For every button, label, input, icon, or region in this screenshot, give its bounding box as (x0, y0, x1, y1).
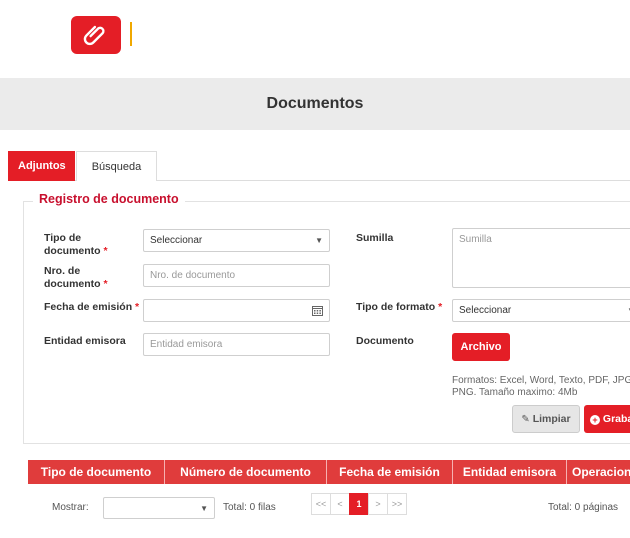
nro-documento-label: Nro. de documento * (44, 265, 108, 290)
app-logo (71, 16, 121, 54)
entidad-emisora-label: Entidad emisora (44, 335, 126, 347)
column-operaciones[interactable]: Operaciones (567, 460, 630, 484)
chevron-down-icon: ▼ (200, 504, 208, 513)
tipo-formato-select[interactable]: Seleccionar ▼ (452, 299, 630, 322)
format-hint: Formatos: Excel, Word, Texto, PDF, JPG, … (452, 375, 630, 398)
tipo-formato-label: Tipo de formato * (356, 301, 443, 313)
documento-label: Documento (356, 335, 414, 347)
calendar-icon[interactable] (312, 305, 323, 316)
limpiar-button[interactable]: ✎ Limpiar (512, 405, 580, 433)
entidad-emisora-input[interactable]: Entidad emisora (143, 333, 330, 356)
mostrar-label: Mostrar: (52, 502, 89, 513)
sumilla-label: Sumilla (356, 232, 394, 244)
column-numero-documento[interactable]: Número de documento (165, 460, 327, 484)
tipo-documento-label: Tipo de documento * (44, 232, 108, 257)
tab-adjuntos[interactable]: Adjuntos (8, 151, 75, 181)
page-size-select[interactable]: ▼ (103, 497, 215, 519)
next-page-button[interactable]: > (368, 493, 388, 515)
column-entidad-emisora[interactable]: Entidad emisora (453, 460, 567, 484)
form-legend: Registro de documento (33, 192, 185, 206)
add-circle-icon: + (590, 415, 600, 425)
column-fecha-emision[interactable]: Fecha de emisión (327, 460, 453, 484)
first-page-button[interactable]: << (311, 493, 331, 515)
last-page-button[interactable]: >> (387, 493, 407, 515)
page-header: Documentos (0, 78, 630, 130)
nro-documento-input[interactable]: Nro. de documento (143, 264, 330, 287)
page-button-1[interactable]: 1 (349, 493, 369, 515)
tab-busqueda[interactable]: Búsqueda (76, 151, 157, 181)
sumilla-textarea[interactable]: Sumilla (452, 228, 630, 288)
pagination: << < 1 > >> (311, 493, 407, 515)
paperclip-icon (83, 25, 105, 46)
prev-page-button[interactable]: < (330, 493, 350, 515)
total-pages: Total: 0 páginas (548, 502, 619, 513)
total-rows: Total: 0 filas (223, 502, 276, 513)
chevron-down-icon: ▼ (315, 236, 323, 245)
grabar-button[interactable]: + Grabar (584, 405, 630, 433)
tipo-documento-select[interactable]: Seleccionar ▼ (143, 229, 330, 252)
documents-table-header: Tipo de documento Número de documento Fe… (28, 460, 630, 484)
fecha-emision-label: Fecha de emisión * (44, 301, 140, 313)
page-title: Documentos (266, 95, 364, 112)
archivo-button[interactable]: Archivo (452, 333, 510, 361)
logo-divider (130, 22, 132, 46)
tab-bar: Adjuntos Búsqueda (8, 151, 630, 181)
column-tipo-documento[interactable]: Tipo de documento (28, 460, 165, 484)
fecha-emision-input[interactable] (143, 299, 330, 322)
eraser-icon: ✎ (521, 414, 530, 425)
